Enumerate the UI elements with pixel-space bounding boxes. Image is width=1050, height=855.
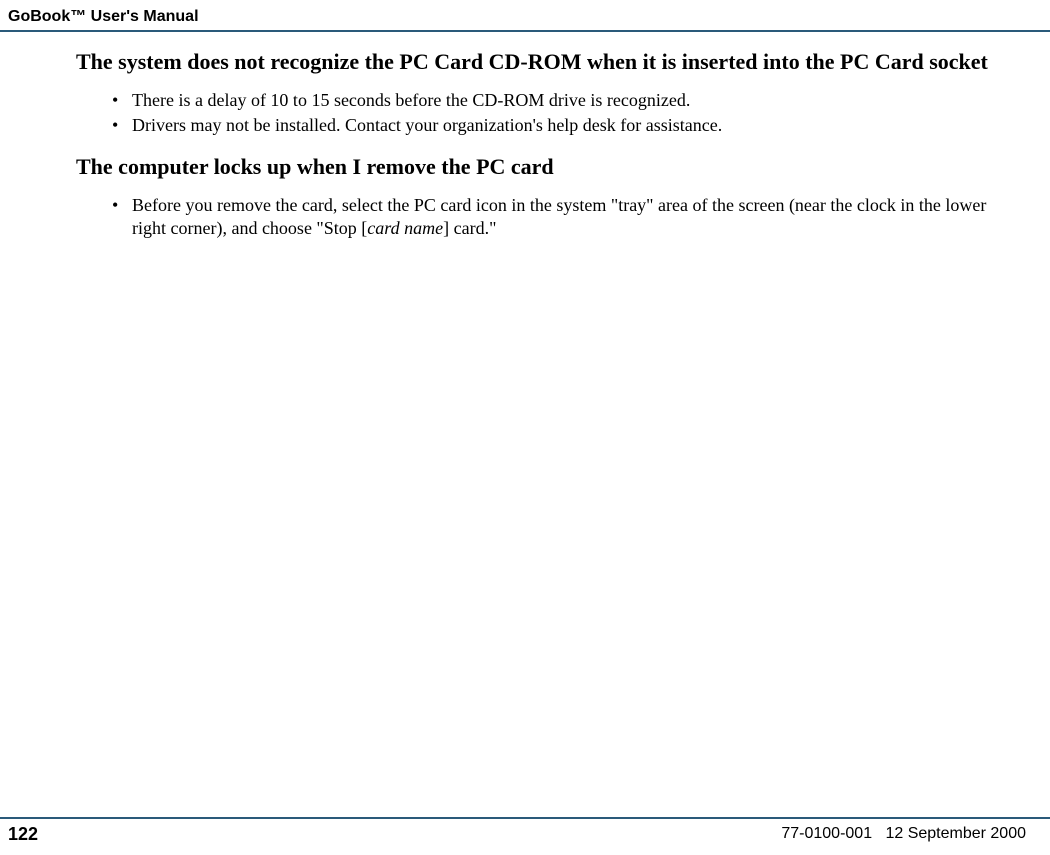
item-italic: card name: [367, 218, 443, 238]
page-content: The system does not recognize the PC Car…: [76, 48, 1014, 249]
section-heading-2: The computer locks up when I remove the …: [76, 153, 1014, 182]
doc-date: 12 September 2000: [885, 825, 1026, 842]
footer-info: 77-0100-001 12 September 2000: [781, 825, 1026, 843]
header-divider: [0, 30, 1050, 32]
manual-header: GoBook™ User's Manual: [8, 8, 199, 26]
footer-divider: [0, 817, 1050, 819]
list-item: There is a delay of 10 to 15 seconds bef…: [112, 89, 1014, 112]
item-prefix: Before you remove the card, select the P…: [132, 195, 986, 238]
doc-id: 77-0100-001: [781, 825, 872, 842]
list-item: Drivers may not be installed. Contact yo…: [112, 114, 1014, 137]
item-suffix: ] card.": [443, 218, 496, 238]
list-item: Before you remove the card, select the P…: [112, 194, 1014, 241]
page-number: 122: [8, 824, 38, 845]
bullet-list-2: Before you remove the card, select the P…: [76, 194, 1014, 241]
section-heading-1: The system does not recognize the PC Car…: [76, 48, 1014, 77]
bullet-list-1: There is a delay of 10 to 15 seconds bef…: [76, 89, 1014, 138]
